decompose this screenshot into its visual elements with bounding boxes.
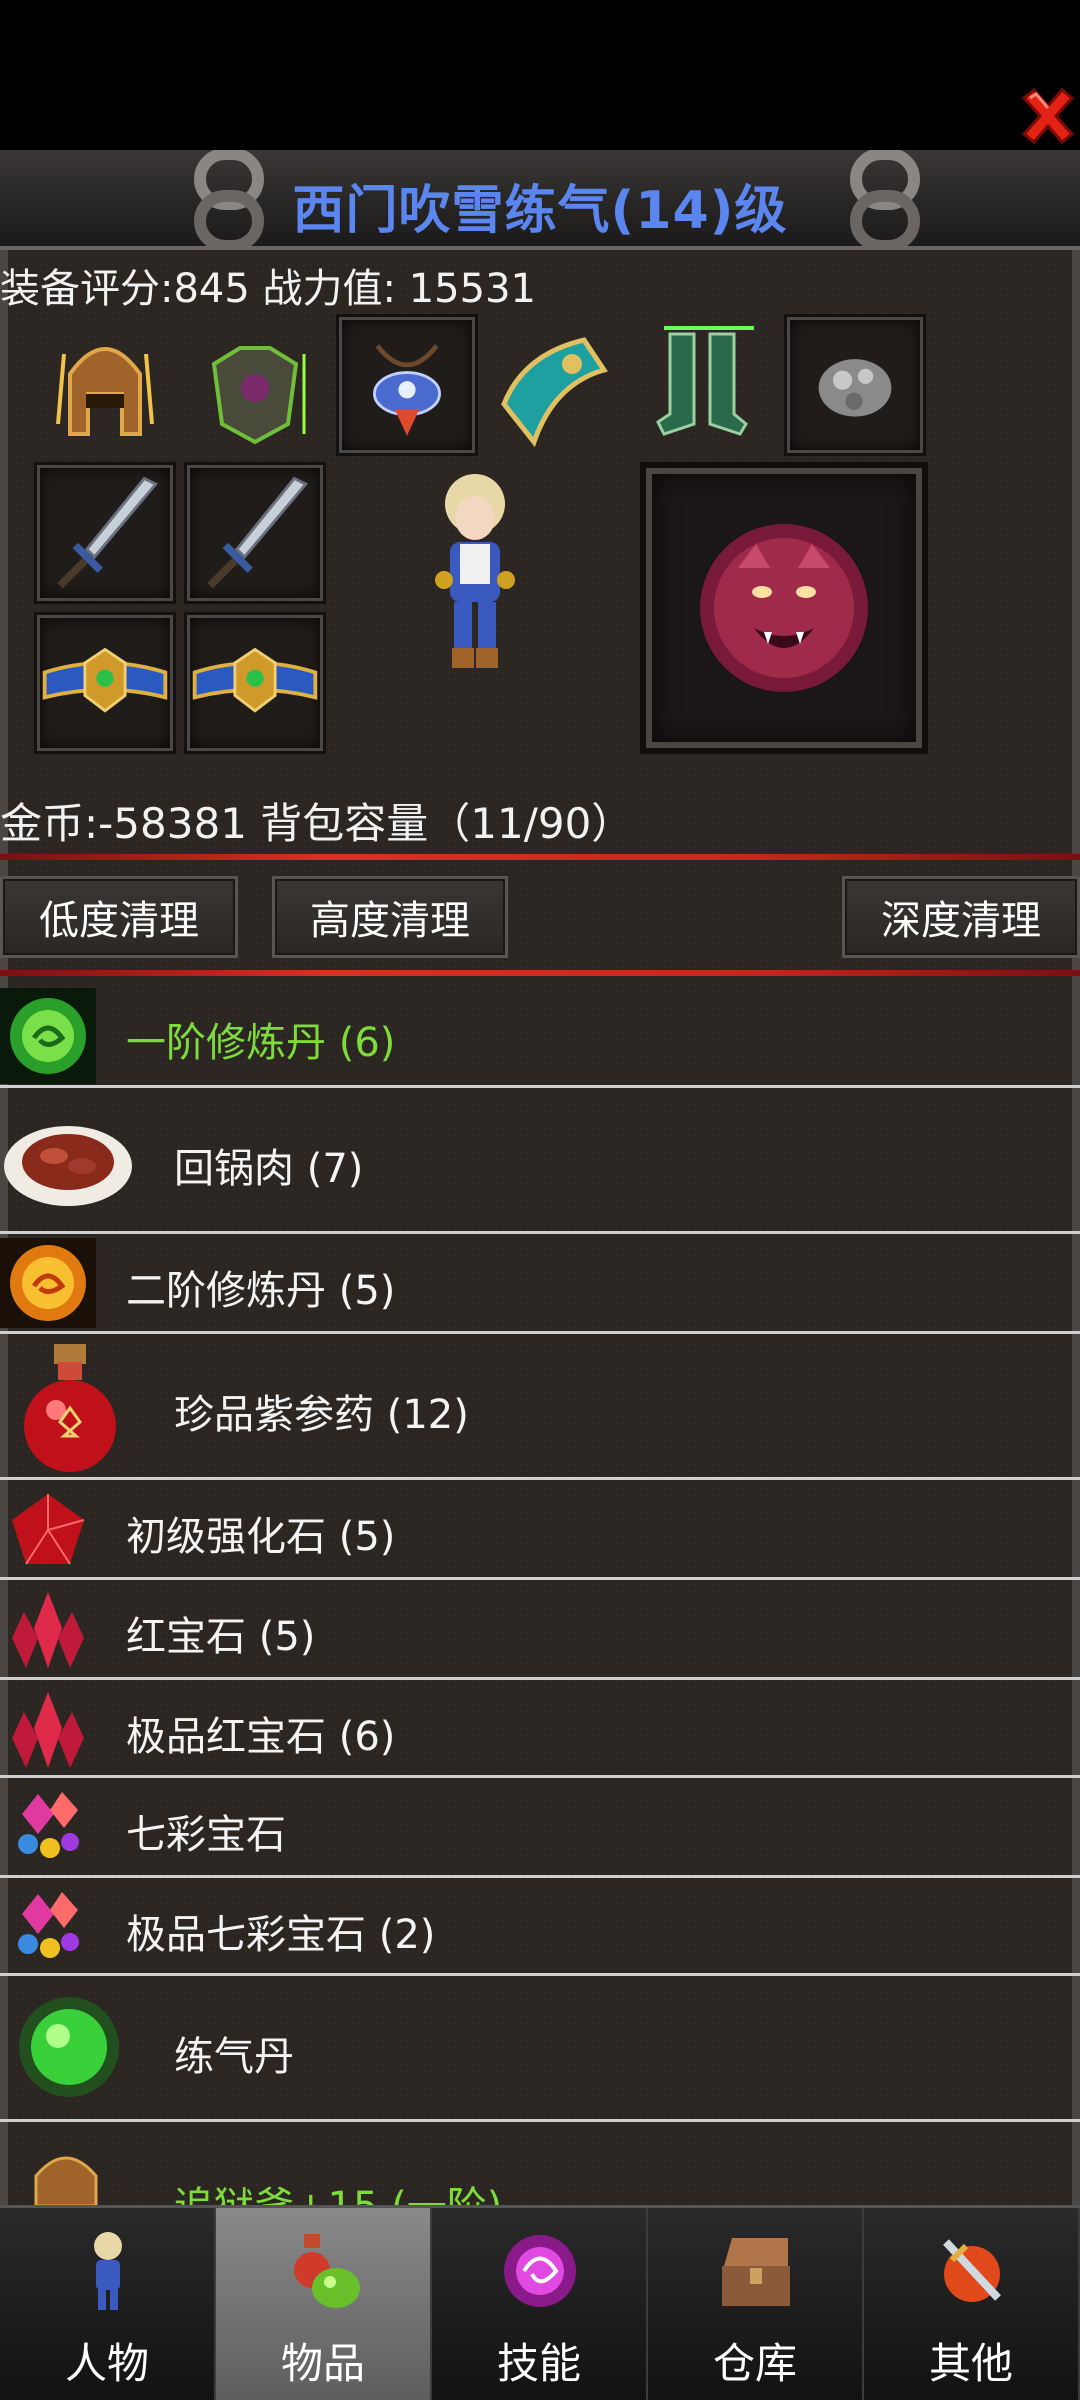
ruby-icon [12, 1692, 84, 1768]
bracer-slot[interactable] [484, 314, 626, 456]
weapon-slot-1[interactable] [34, 462, 176, 604]
character-avatar [420, 462, 530, 682]
divider-bottom [0, 970, 1080, 976]
tab-label: 物品 [280, 2339, 365, 2388]
item-label: 极品红宝石 (6) [126, 1714, 396, 1760]
potion-bag-icon [294, 2234, 360, 2308]
list-item[interactable]: 回锅肉 (7) [0, 1088, 1080, 1234]
armor-icon [211, 346, 306, 445]
tab-character[interactable]: 人物 [0, 2208, 216, 2400]
sword-icon [57, 476, 159, 589]
item-label: 珍品紫参药 (12) [174, 1392, 469, 1438]
list-item[interactable]: 极品红宝石 (6) [0, 1680, 1080, 1778]
sword-emblem-icon [943, 2239, 1001, 2302]
status-bar-area [0, 0, 1080, 150]
bracer-icon [501, 337, 608, 448]
chest-icon [722, 2238, 790, 2306]
mount-slot[interactable] [640, 462, 928, 754]
page-title: 西门吹雪练气(14)级 [292, 181, 788, 241]
ruby-icon [12, 1592, 84, 1668]
boots-icon [656, 326, 754, 436]
tab-label: 仓库 [712, 2339, 797, 2388]
item-label: 回锅肉 (7) [174, 1146, 364, 1192]
helmet-icon [34, 2156, 98, 2205]
belt-slot-2[interactable] [184, 612, 326, 754]
list-item[interactable]: 七彩宝石 [0, 1778, 1080, 1878]
item-label: 一阶修炼丹 (6) [126, 1020, 396, 1066]
tab-items[interactable]: 物品 [216, 2208, 432, 2400]
ring-slot[interactable] [784, 314, 926, 456]
helmet-icon [56, 347, 154, 436]
amulet-slot[interactable] [336, 314, 478, 456]
close-icon[interactable] [1016, 84, 1080, 148]
list-item[interactable]: 初级强化石 (5) [0, 1480, 1080, 1580]
list-item[interactable]: 珍品紫参药 (12) [0, 1334, 1080, 1480]
tab-warehouse[interactable]: 仓库 [648, 2208, 864, 2400]
belt-icon [192, 647, 318, 713]
list-item[interactable]: 极品七彩宝石 (2) [0, 1878, 1080, 1976]
weapon-slot-2[interactable] [184, 462, 326, 604]
list-item[interactable]: 二阶修炼丹 (5) [0, 1234, 1080, 1334]
green-pill-icon [0, 988, 96, 1084]
item-label: 练气丹 [174, 2034, 294, 2080]
rainbow-gem-icon [18, 1792, 79, 1858]
boots-slot[interactable] [634, 314, 776, 456]
orange-pill-icon [0, 1238, 96, 1328]
tab-other[interactable]: 其他 [864, 2208, 1080, 2400]
amulet-icon [373, 344, 441, 436]
tab-label: 其他 [928, 2339, 1013, 2388]
tiger-emblem-icon [700, 524, 868, 692]
armor-slot[interactable] [184, 314, 326, 456]
deep-clean-button[interactable]: 深度清理 [842, 876, 1080, 958]
tab-label: 人物 [64, 2339, 149, 2388]
gold-and-bag-capacity: 金币:-58381 背包容量（11/90） [0, 799, 634, 848]
item-label: 二阶修炼丹 (5) [126, 1268, 396, 1314]
skill-swirl-icon [504, 2235, 576, 2307]
tab-skills[interactable]: 技能 [432, 2208, 648, 2400]
ring-icon [818, 359, 892, 417]
high-clean-button[interactable]: 高度清理 [272, 876, 508, 958]
character-icon [94, 2232, 122, 2310]
divider-top [0, 854, 1080, 860]
item-label: 红宝石 (5) [126, 1614, 316, 1660]
equipment-score: 装备评分:845 战力值: 15531 [0, 266, 536, 312]
tab-label: 技能 [496, 2339, 581, 2388]
rainbow-gem-icon [18, 1892, 79, 1958]
meat-dish-icon [4, 1126, 132, 1206]
potion-bottle-icon [24, 1344, 116, 1472]
item-label: 初级强化石 (5) [126, 1514, 396, 1560]
list-item[interactable]: 追狱斧+15 (一阶) [0, 2122, 1080, 2205]
item-label: 追狱斧+15 (一阶) [174, 2174, 502, 2205]
belt-icon [42, 647, 168, 713]
low-clean-button[interactable]: 低度清理 [0, 876, 238, 958]
helmet-slot[interactable] [34, 314, 176, 456]
item-label: 七彩宝石 [126, 1812, 286, 1858]
belt-slot-1[interactable] [34, 612, 176, 754]
bottom-tab-bar: 人物 物品 技能 仓库 其他 [0, 2205, 1080, 2400]
item-label: 极品七彩宝石 (2) [126, 1912, 436, 1958]
list-item[interactable]: 一阶修炼丹 (6) [0, 984, 1080, 1088]
list-item[interactable]: 练气丹 [0, 1976, 1080, 2122]
green-orb-icon [19, 1997, 119, 2097]
red-stone-icon [12, 1494, 85, 1565]
sword-icon [207, 476, 309, 589]
list-item[interactable]: 红宝石 (5) [0, 1580, 1080, 1680]
